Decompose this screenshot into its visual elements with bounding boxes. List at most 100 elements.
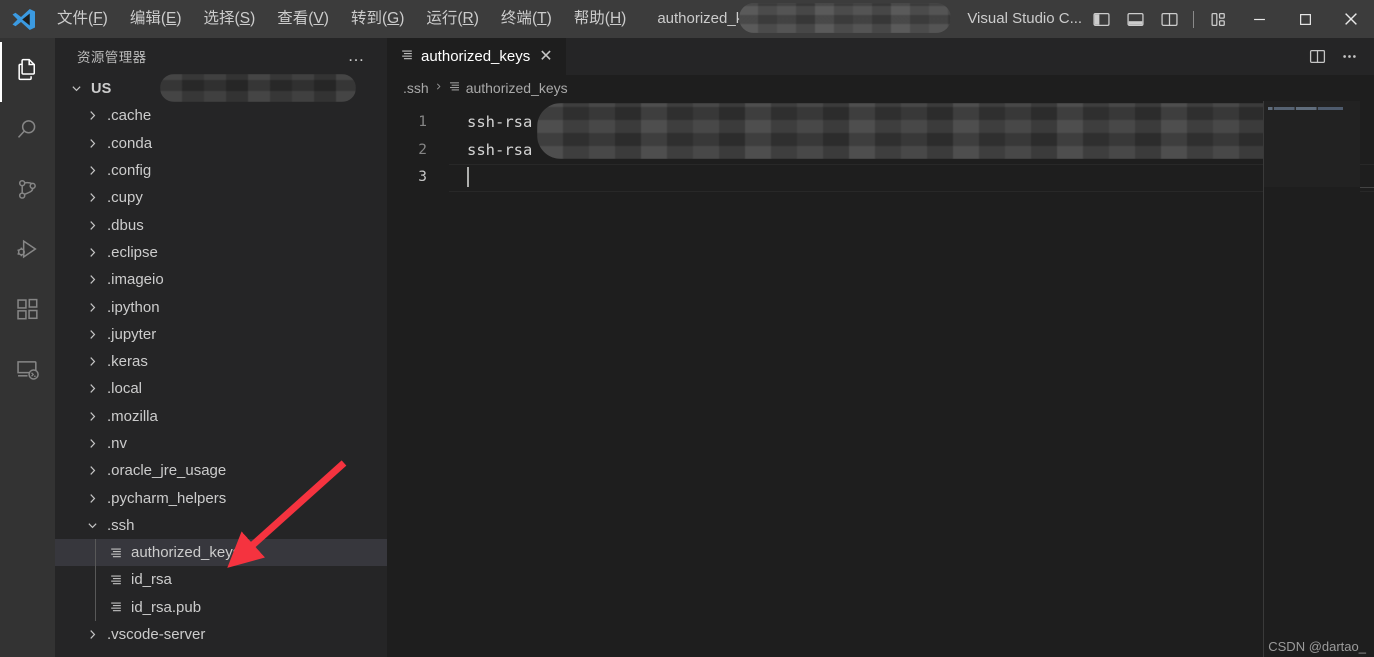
activity-item-remote-explorer[interactable] — [0, 342, 55, 402]
menu-item-help[interactable]: 帮助(H) — [563, 5, 638, 33]
tree-row-folder-oracle-jre-usage[interactable]: .oracle_jre_usage — [55, 457, 387, 484]
window-title: authorized_keys Visual Studio C... — [637, 0, 1087, 38]
chevron-right-icon — [81, 301, 103, 314]
tree-row-folder-conda[interactable]: .conda — [55, 130, 387, 157]
editor-vertical-scrollbar[interactable] — [1360, 101, 1374, 657]
menu-accel-run: R — [462, 10, 474, 27]
chevron-right-icon — [81, 410, 103, 423]
breadcrumb-file-label: authorized_keys — [465, 80, 568, 96]
run-debug-icon — [14, 236, 41, 268]
menu-item-file[interactable]: 文件(F) — [46, 5, 119, 33]
editor-tab-authorized-keys[interactable]: authorized_keys ✕ — [387, 38, 567, 75]
menu-label-view: 查看 — [277, 10, 309, 27]
tree-row-folder-imageio[interactable]: .imageio — [55, 266, 387, 293]
window-maximize-button[interactable] — [1282, 0, 1328, 38]
activity-item-extensions[interactable] — [0, 282, 55, 342]
tree-row-root[interactable]: US — [55, 74, 387, 102]
line-number: 3 — [418, 169, 427, 185]
tree-row-folder-nv[interactable]: .nv — [55, 430, 387, 457]
tree-item-label: .dbus — [107, 216, 144, 234]
remote-explorer-icon — [14, 356, 41, 388]
tree-row-folder-config[interactable]: .config — [55, 157, 387, 184]
tree-row-folder-ipython[interactable]: .ipython — [55, 293, 387, 320]
menu-accel-selection: S — [239, 10, 251, 27]
explorer-title: 资源管理器 — [77, 49, 147, 65]
tree-row-folder-mozilla[interactable]: .mozilla — [55, 403, 387, 430]
window-title-app: Visual Studio C... — [967, 10, 1083, 27]
chevron-down-icon — [81, 519, 103, 532]
file-tree-items: .cache .conda .config .cupy .dbus .eclipse .im… — [55, 102, 387, 648]
menu-item-terminal[interactable]: 终端(T) — [490, 5, 563, 33]
editor-tab-close-icon[interactable]: ✕ — [537, 48, 554, 64]
activity-item-run-and-debug[interactable] — [0, 222, 55, 282]
menu-item-go[interactable]: 转到(G) — [340, 5, 415, 33]
tree-item-label: .eclipse — [107, 243, 158, 261]
tree-row-folder-dbus[interactable]: .dbus — [55, 211, 387, 238]
menu-item-selection[interactable]: 选择(S) — [193, 5, 267, 33]
window-title-redaction — [739, 3, 952, 33]
editor-tab-bar: authorized_keys ✕ — [387, 38, 1374, 75]
minimap-slider[interactable] — [1264, 101, 1360, 187]
window-minimize-button[interactable] — [1236, 0, 1282, 38]
chevron-right-icon — [81, 109, 103, 122]
explorer-more-actions-icon[interactable]: … — [345, 47, 370, 65]
menu-item-view[interactable]: 查看(V) — [266, 5, 340, 33]
chevron-right-icon — [81, 464, 103, 477]
activity-item-explorer[interactable] — [0, 42, 55, 102]
tree-row-file-id-rsa[interactable]: id_rsa — [55, 566, 387, 594]
vscode-window: 文件(F) 编辑(E) 选择(S) 查看(V) 转到(G) 运行(R) 终端(T… — [0, 0, 1374, 657]
editor-minimap[interactable] — [1264, 101, 1360, 657]
menu-label-go: 转到 — [350, 10, 382, 27]
tree-row-folder-jupyter[interactable]: .jupyter — [55, 321, 387, 348]
tree-item-label: .keras — [107, 353, 148, 371]
code-editor[interactable]: 1 2 3 ssh-rsa ssh-rsa — [387, 101, 1374, 657]
panel-left-icon[interactable] — [1087, 5, 1115, 33]
layout-controls — [1087, 0, 1236, 38]
breadcrumb-item-folder[interactable]: .ssh — [403, 80, 429, 96]
tree-row-folder-local[interactable]: .local — [55, 375, 387, 402]
tree-row-folder-cache[interactable]: .cache — [55, 102, 387, 129]
breadcrumb: .ssh authorized_keys — [387, 75, 1374, 101]
code-content[interactable]: ssh-rsa ssh-rsa — [449, 101, 1374, 657]
tree-item-label: .cache — [107, 107, 152, 125]
tree-row-folder-ssh[interactable]: .ssh — [55, 512, 387, 539]
tree-item-label: .conda — [107, 134, 153, 152]
ellipsis-icon[interactable] — [1334, 42, 1364, 72]
breadcrumb-item-file[interactable]: authorized_keys — [448, 80, 568, 96]
menu-bar: 文件(F) 编辑(E) 选择(S) 查看(V) 转到(G) 运行(R) 终端(T… — [46, 0, 637, 38]
panel-bottom-icon[interactable] — [1121, 5, 1149, 33]
file-text-icon — [105, 600, 127, 614]
tab-bar-spacer — [566, 38, 1302, 75]
layout-grid-icon[interactable] — [1204, 5, 1232, 33]
code-line-text: ssh-rsa — [467, 140, 533, 159]
menu-accel-edit: E — [166, 10, 177, 27]
chevron-right-icon — [81, 137, 103, 150]
panel-right-icon[interactable] — [1155, 5, 1183, 33]
editor-tab-label: authorized_keys — [421, 48, 531, 65]
tree-row-folder-keras[interactable]: .keras — [55, 348, 387, 375]
menu-item-edit[interactable]: 编辑(E) — [119, 5, 193, 33]
activity-item-search[interactable] — [0, 102, 55, 162]
title-bar: 文件(F) 编辑(E) 选择(S) 查看(V) 转到(G) 运行(R) 终端(T… — [0, 0, 1374, 38]
tree-row-file-id-rsa-pub[interactable]: id_rsa.pub — [55, 593, 387, 621]
tree-row-file-authorized-keys[interactable]: authorized_keys — [55, 539, 387, 567]
menu-label-terminal: 终端 — [500, 10, 532, 27]
tree-row-folder-eclipse[interactable]: .eclipse — [55, 239, 387, 266]
tree-row-folder-pycharm-helpers[interactable]: .pycharm_helpers — [55, 484, 387, 511]
file-text-icon — [105, 546, 127, 560]
file-text-icon — [105, 573, 127, 587]
menu-item-run[interactable]: 运行(R) — [415, 5, 490, 33]
tree-item-label: .vscode-server — [107, 626, 206, 644]
menu-label-help: 帮助 — [573, 10, 605, 27]
chevron-right-icon — [81, 492, 103, 505]
tree-item-label: .local — [107, 380, 143, 398]
menu-label-run: 运行 — [426, 10, 458, 27]
layout-divider — [1193, 10, 1194, 28]
editor-group: authorized_keys ✕ .ssh authorized_keys 1… — [387, 38, 1374, 657]
activity-item-source-control[interactable] — [0, 162, 55, 222]
split-editor-icon[interactable] — [1302, 42, 1332, 72]
tree-row-folder-vscode-server[interactable]: .vscode-server — [55, 621, 387, 648]
source-control-icon — [14, 176, 41, 208]
tree-row-folder-cupy[interactable]: .cupy — [55, 184, 387, 211]
window-close-button[interactable] — [1328, 0, 1374, 38]
